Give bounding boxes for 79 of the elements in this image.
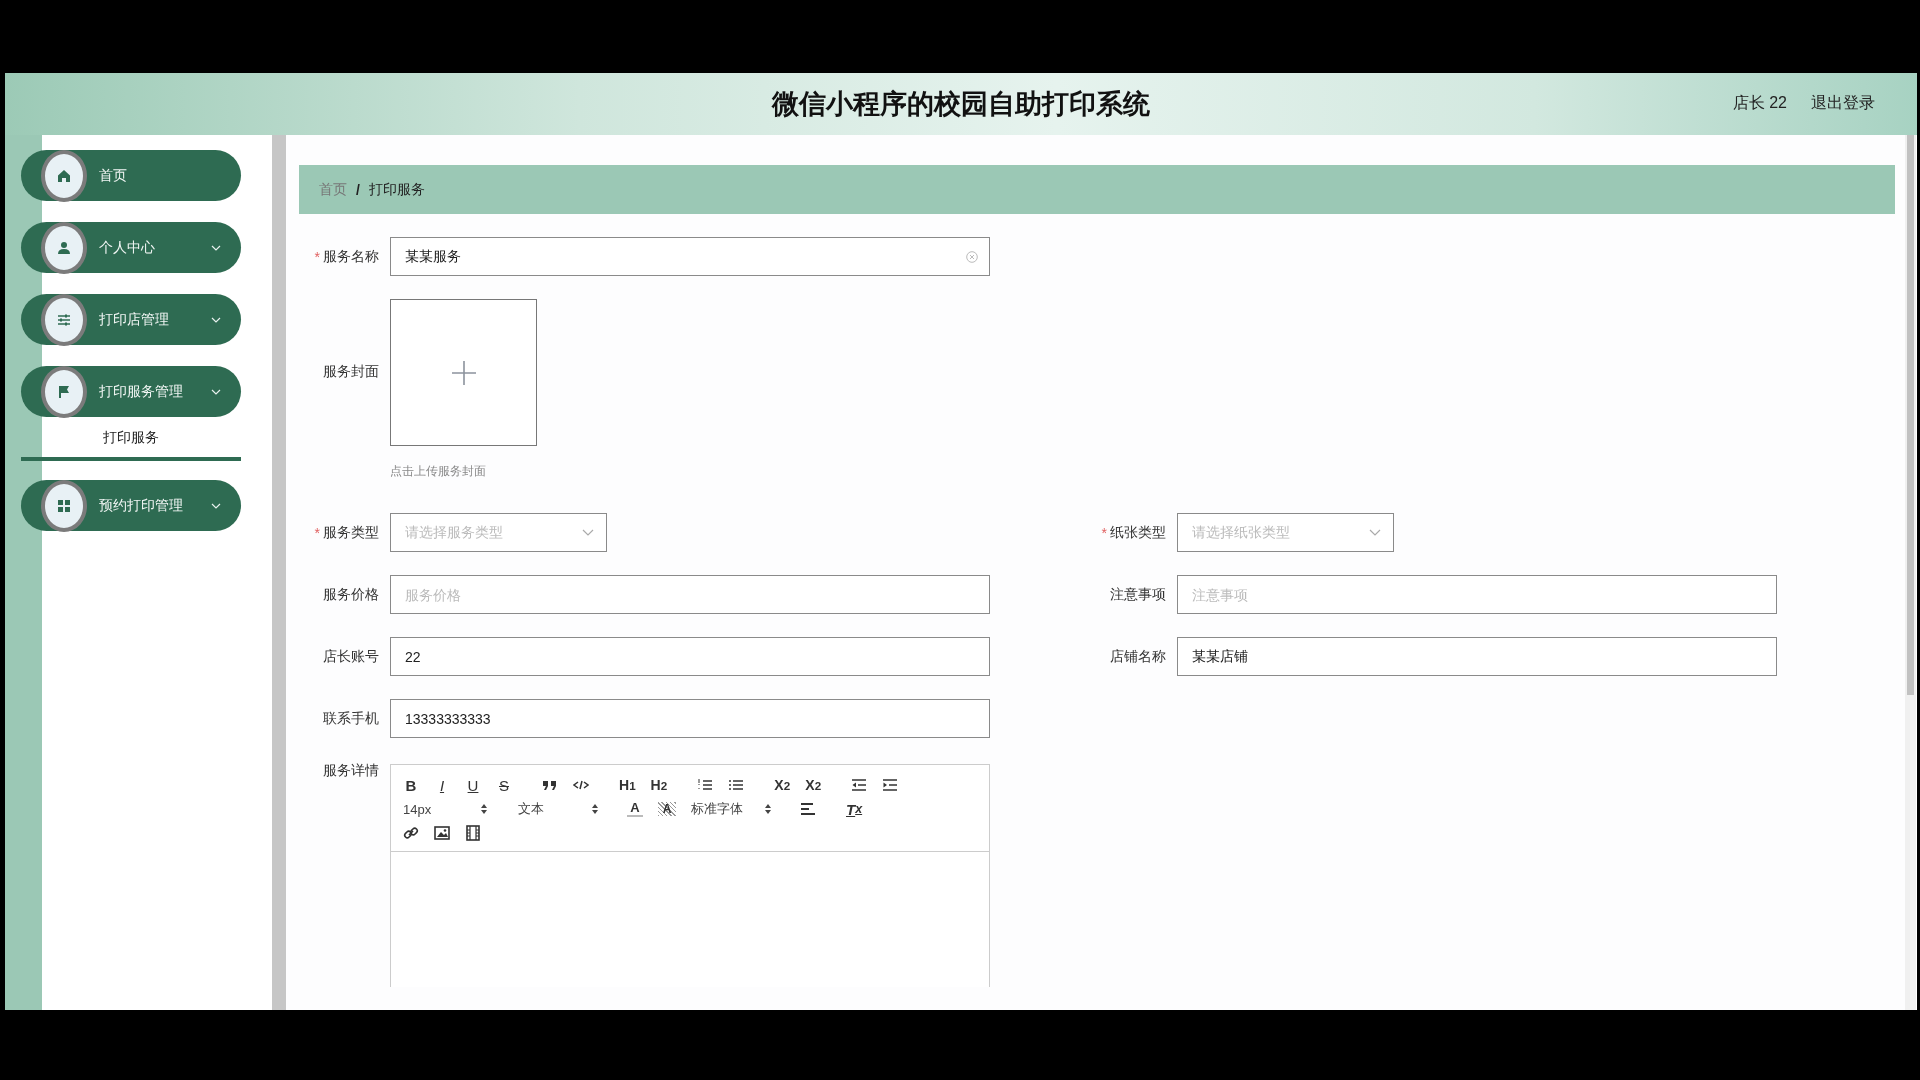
field-label: 服务类型 xyxy=(323,523,379,542)
chevron-down-icon xyxy=(211,245,221,251)
input-field[interactable]: 某某店铺 xyxy=(1177,637,1777,676)
scrollbar-thumb[interactable] xyxy=(1907,135,1914,695)
field-label: 服务详情 xyxy=(323,762,379,780)
menu-label: 打印店管理 xyxy=(99,310,169,329)
dropdown-value: 标准字体 xyxy=(691,800,743,818)
menu-item[interactable]: 预约打印管理 xyxy=(21,480,241,531)
film-icon[interactable] xyxy=(466,825,480,841)
toolbar-button[interactable]: B xyxy=(403,776,419,794)
menu-item[interactable]: 打印服务管理 xyxy=(21,366,241,417)
required-mark: * xyxy=(314,524,320,541)
user-icon xyxy=(57,240,71,255)
input-field[interactable]: 某某服务 xyxy=(390,237,990,276)
numbered-list-icon[interactable] xyxy=(697,778,714,792)
home-icon xyxy=(57,168,71,183)
required-mark: * xyxy=(314,248,320,265)
app-title: 微信小程序的校园自助打印系统 xyxy=(772,88,1150,121)
toolbar-button[interactable]: S xyxy=(496,776,512,794)
bullet-list-icon[interactable] xyxy=(728,778,745,792)
chevron-down-icon xyxy=(211,503,221,509)
grid-icon xyxy=(57,498,71,513)
scrollbar[interactable] xyxy=(272,135,286,1010)
sort-icon xyxy=(765,804,771,814)
chevron-down-icon xyxy=(582,529,594,536)
input-field[interactable]: 13333333333 xyxy=(390,699,990,738)
upload-hint: 点击上传服务封面 xyxy=(390,463,487,480)
sort-icon xyxy=(481,804,487,814)
menu-item[interactable]: 个人中心 xyxy=(21,222,241,273)
select-placeholder: 请选择纸张类型 xyxy=(1192,523,1290,542)
field-label: 店长账号 xyxy=(323,647,379,666)
toolbar-button[interactable]: A xyxy=(658,802,676,816)
toolbar-dropdown[interactable]: 文本 xyxy=(518,800,598,818)
sort-icon xyxy=(592,804,598,814)
menu-label: 个人中心 xyxy=(99,238,155,257)
dropdown-value: 14px xyxy=(403,801,432,817)
image-icon[interactable] xyxy=(434,826,450,840)
field-label: 注意事项 xyxy=(1110,585,1166,604)
outdent-icon[interactable] xyxy=(851,778,868,792)
field-label: 服务名称 xyxy=(323,247,379,266)
input-field[interactable]: 注意事项 xyxy=(1177,575,1777,614)
link-icon[interactable] xyxy=(403,825,419,841)
quote-icon[interactable] xyxy=(542,779,558,791)
breadcrumb-separator: / xyxy=(356,181,360,198)
menu-label: 首页 xyxy=(99,166,127,185)
submenu-item[interactable]: 打印服务 xyxy=(21,419,241,461)
required-mark: * xyxy=(1101,524,1107,541)
menu-item[interactable]: 首页 xyxy=(21,150,241,201)
breadcrumb-link[interactable]: 打印服务 xyxy=(368,180,425,199)
menu-label: 打印服务管理 xyxy=(99,382,183,401)
menu-label: 预约打印管理 xyxy=(99,496,183,515)
plus-icon xyxy=(451,360,476,385)
code-icon[interactable] xyxy=(573,779,589,791)
align-left-icon[interactable] xyxy=(800,802,816,816)
upload-box[interactable] xyxy=(390,299,537,446)
field-label: 服务价格 xyxy=(323,585,379,604)
logout-link[interactable]: 退出登录 xyxy=(1811,93,1875,114)
sliders-icon xyxy=(57,312,71,327)
field-label: 服务封面 xyxy=(323,363,379,381)
chevron-down-icon xyxy=(211,389,221,395)
chevron-down-icon xyxy=(211,317,221,323)
menu-item[interactable]: 打印店管理 xyxy=(21,294,241,345)
input-field[interactable]: 服务价格 xyxy=(390,575,990,614)
dropdown-value: 文本 xyxy=(518,800,544,818)
toolbar-button[interactable]: A xyxy=(627,801,643,817)
select-placeholder: 请选择服务类型 xyxy=(405,523,503,542)
input-field[interactable]: 22 xyxy=(390,637,990,676)
scrollbar[interactable] xyxy=(1905,135,1916,1010)
toolbar-button[interactable]: I xyxy=(434,776,450,794)
chevron-down-icon xyxy=(1369,529,1381,536)
toolbar-button[interactable]: U xyxy=(465,776,481,794)
indent-icon[interactable] xyxy=(882,778,899,792)
user-name: 店长 22 xyxy=(1732,93,1787,113)
field-label: 联系手机 xyxy=(323,709,379,728)
field-label: 店铺名称 xyxy=(1110,647,1166,666)
flag-icon xyxy=(57,384,71,399)
toolbar-dropdown[interactable]: 14px xyxy=(403,801,487,817)
toolbar-dropdown[interactable]: 标准字体 xyxy=(691,800,771,818)
field-label: 纸张类型 xyxy=(1110,523,1166,542)
